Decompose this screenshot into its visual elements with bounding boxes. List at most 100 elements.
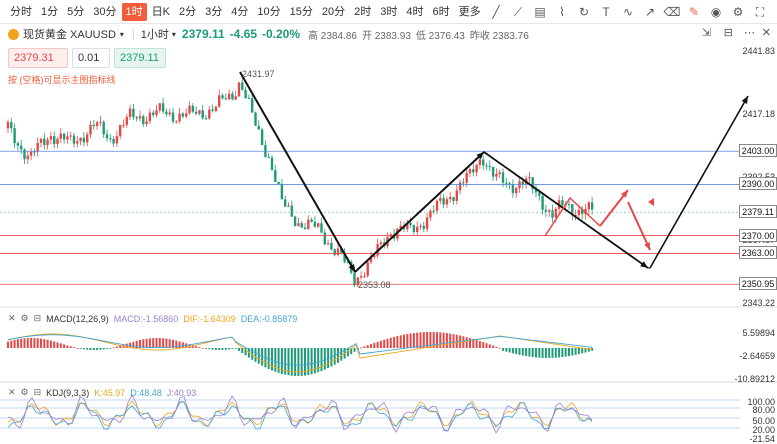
arrow-tool-icon[interactable]: ↗ [639, 5, 661, 19]
timeframe-9[interactable]: 10分 [253, 3, 284, 21]
candle-body [175, 121, 178, 123]
candle-body [234, 96, 237, 100]
close-icon[interactable]: ✕ [762, 26, 771, 39]
macd-bar [165, 338, 168, 348]
price-level-tag[interactable]: 2370.00 [739, 228, 777, 242]
timeframe-13[interactable]: 3时 [376, 3, 401, 21]
candle-body [445, 199, 449, 205]
camera-icon[interactable]: ◉ [705, 5, 727, 19]
candle-body [429, 210, 432, 218]
price-level-tag[interactable]: 2390.00 [739, 177, 777, 191]
macd-bar [558, 348, 561, 358]
period-chevron-icon[interactable]: ▾ [172, 30, 176, 39]
line-tool-icon[interactable]: ╱ [485, 5, 507, 19]
macd-bar [261, 348, 264, 366]
edit-icon[interactable]: ✎ [683, 5, 705, 19]
layout-icon[interactable]: ⊟ [724, 26, 733, 39]
eraser-icon[interactable]: ⌫ [661, 5, 683, 19]
timeframe-16[interactable]: 更多 [455, 3, 485, 21]
buy-price-box[interactable]: 2379.11 [114, 48, 166, 68]
candle-body [577, 209, 581, 216]
timeframe-1[interactable]: 1分 [37, 3, 62, 21]
macd-bar [46, 339, 49, 348]
channel-tool-icon[interactable]: ▤ [529, 5, 551, 19]
kdj-toggle-icon[interactable]: ⊟ [34, 387, 42, 398]
candle-body [224, 98, 227, 100]
macd-bar [406, 334, 409, 348]
macd-bar [73, 347, 75, 348]
macd-bar [591, 348, 594, 351]
macd-bar [228, 348, 231, 350]
macd-bar [393, 336, 396, 348]
candle-body [567, 203, 571, 205]
timeframe-3[interactable]: 30分 [89, 3, 120, 21]
candle-body [548, 210, 551, 212]
candle-body [155, 110, 158, 115]
candle-body [254, 112, 257, 126]
candle-body [181, 113, 185, 117]
timeframe-15[interactable]: 6时 [428, 3, 453, 21]
price-level-tag[interactable]: 2363.00 [739, 246, 777, 260]
timeframe-5[interactable]: 日K [148, 3, 174, 21]
timeframe-8[interactable]: 4分 [227, 3, 252, 21]
collapse-icon[interactable]: ⇲ [702, 26, 711, 39]
kdj-close-icon[interactable]: ✕ [8, 387, 16, 398]
candle-body [72, 135, 76, 144]
macd-close-icon[interactable]: ✕ [8, 313, 16, 324]
candle-body [148, 112, 152, 122]
fullscreen-icon[interactable]: ⛶ [749, 5, 771, 20]
kdj-settings-icon[interactable]: ⚙ [21, 387, 29, 398]
settings-icon[interactable]: ⚙ [727, 5, 749, 19]
candle-body [353, 272, 356, 286]
candle-body [56, 138, 59, 145]
candle-body [241, 82, 244, 90]
macd-bar [508, 348, 511, 353]
chevron-down-icon[interactable]: ▾ [120, 30, 124, 39]
timeframe-14[interactable]: 4时 [402, 3, 427, 21]
macd-bar [139, 340, 141, 348]
order-inputs: 2379.31 0.01 2379.11 [8, 48, 170, 68]
price-level-tag[interactable]: 2350.95 [739, 277, 777, 291]
macd-toggle-icon[interactable]: ⊟ [34, 313, 42, 324]
timeframe-11[interactable]: 20分 [318, 3, 349, 21]
sell-price-box[interactable]: 2379.31 [8, 48, 68, 68]
text-tool-icon[interactable]: T [595, 5, 617, 19]
candle-body [399, 225, 402, 229]
timeframe-0[interactable]: 分时 [6, 3, 36, 21]
fib-tool-icon[interactable]: ↻ [573, 5, 595, 19]
dea-value: DEA:-0.85879 [240, 313, 298, 324]
price-level-tag[interactable]: 2379.11 [739, 205, 777, 219]
macd-bar [531, 348, 534, 358]
candle-body [284, 199, 287, 207]
timeframe-12[interactable]: 2时 [350, 3, 375, 21]
timeframe-10[interactable]: 15分 [286, 3, 317, 21]
price-level-tag[interactable]: 2403.00 [739, 144, 777, 158]
timeframe-7[interactable]: 3分 [201, 3, 226, 21]
zigzag-tool-icon[interactable]: ⌇ [551, 5, 573, 19]
macd-axis-mid: -2.64659 [739, 351, 775, 361]
macd-bar [287, 348, 290, 376]
more-icon[interactable]: ⋯ [744, 26, 755, 39]
timeframe-4[interactable]: 1时 [121, 2, 147, 21]
timeframe-2[interactable]: 5分 [63, 3, 88, 21]
candle-body [396, 228, 399, 239]
candle-body [23, 149, 26, 160]
price-axis-label: 2343.22 [742, 298, 775, 308]
candle-body [247, 98, 251, 100]
candle-body [82, 137, 86, 143]
macd-bar [218, 348, 221, 350]
macd-bar [584, 348, 587, 353]
candle-body [392, 234, 396, 239]
spread-input[interactable]: 0.01 [72, 48, 110, 68]
ray-tool-icon[interactable]: ⟋ [507, 5, 529, 20]
candle-body [218, 95, 221, 107]
macd-bar [188, 344, 191, 348]
candle-body [452, 197, 455, 201]
symbol-name[interactable]: 现货黄金 XAUUSD [23, 26, 116, 42]
wave-tool-icon[interactable]: ∿ [617, 5, 639, 19]
candle-body [125, 116, 128, 125]
candle-body [320, 223, 323, 233]
macd-settings-icon[interactable]: ⚙ [21, 313, 29, 324]
period-label[interactable]: 1小时 [141, 26, 169, 42]
timeframe-6[interactable]: 2分 [175, 3, 200, 21]
